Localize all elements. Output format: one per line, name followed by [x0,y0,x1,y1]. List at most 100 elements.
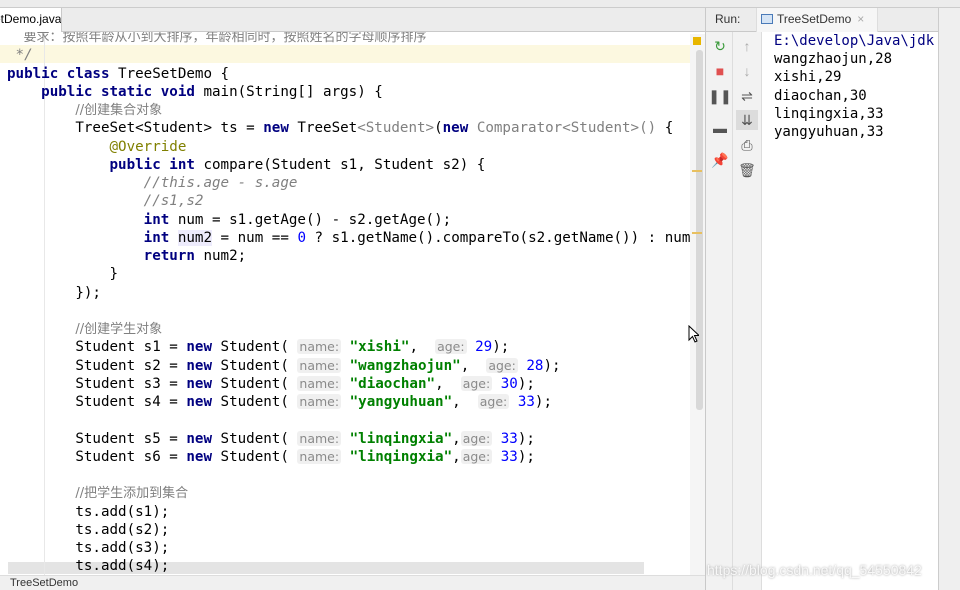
code-editor[interactable]: 要求：按照年龄从小到大排序，年龄相同时，按照姓名的字母顺序排序 */public… [0,32,705,575]
run-tab-label: TreeSetDemo [777,12,852,26]
warning-indicator-icon[interactable] [693,37,701,45]
code-line[interactable]: @Override [7,138,187,156]
code-line[interactable]: ts.add(s1); [7,503,169,521]
title-bar [0,0,960,8]
code-token: , [452,448,461,465]
code-token: ); [517,430,535,447]
code-line[interactable]: ts.add(s4); [7,557,169,575]
code-line[interactable]: return num2; [7,247,247,265]
stop-icon[interactable]: ■ [706,61,734,81]
code-token: public static void [41,83,204,100]
editor-tab-bar: etDemo.java× [0,8,705,32]
code-token: //this.age - s.age [143,175,298,191]
code-token: Comparator<Student>() [476,120,657,137]
pin-icon[interactable]: 📌 [706,150,734,170]
code-token: } [7,266,119,283]
run-toolbar-primary: ↻ ■ ❚❚ ▬ 📌 [705,32,733,590]
pause-icon[interactable]: ❚❚ [706,86,734,106]
run-toolbar-secondary: ↑ ↓ ⇌ ⇊ ⎙ 🗑 [733,32,762,590]
console-line: xishi,29 [774,69,842,86]
code-line[interactable]: Student s5 = new Student( name: "linqing… [7,430,535,448]
parameter-hint: name: [297,394,342,409]
code-line[interactable]: public static void main(String[] args) { [7,83,383,101]
code-token: new [186,357,221,374]
editor-tab-treesetdemo[interactable]: etDemo.java× [0,8,62,32]
code-token: Student( [220,357,298,374]
code-token: 0 [297,229,306,246]
code-line[interactable]: TreeSet<Student> ts = new TreeSet<Studen… [7,119,673,137]
code-line[interactable]: ts.add(s3); [7,539,169,557]
parameter-hint: name: [297,339,342,355]
parameter-hint: age: [460,375,493,391]
code-line[interactable]: Student s1 = new Student( name: "xishi",… [7,338,509,356]
marker-stripe[interactable] [692,170,702,172]
run-tab-treesetdemo[interactable]: TreeSetDemo × [756,8,878,32]
parameter-hint: name: [297,448,342,464]
code-line[interactable]: public class TreeSetDemo { [7,65,229,83]
code-line[interactable]: Student s6 = new Student( name: "linqing… [7,448,535,466]
console-line: diaochan,30 [774,87,867,104]
code-line[interactable]: //创建学生对象 [7,320,162,338]
code-token: ts.add(s3); [7,540,170,556]
code-token: num2 [177,229,213,246]
down-arrow-icon[interactable]: ↓ [733,61,761,81]
rerun-icon[interactable]: ↻ [706,36,734,56]
code-line[interactable]: Student s2 = new Student( name: "wangzha… [7,357,561,375]
code-token: //把学生添加到集合 [75,486,189,502]
code-token: ts.add(s2); [7,521,170,538]
up-arrow-icon[interactable]: ↑ [733,36,761,56]
code-line[interactable]: //s1,s2 [7,192,204,210]
code-token: new [186,430,221,447]
layout-icon[interactable]: ▬ [706,118,734,138]
print-icon[interactable]: ⎙ [733,135,761,155]
trash-icon[interactable]: 🗑 [733,160,761,180]
close-icon[interactable]: × [857,12,864,26]
code-token: 33 [500,448,518,465]
code-line[interactable]: 要求：按照年龄从小到大排序，年龄相同时，按照姓名的字母顺序排序 [7,32,427,46]
code-line[interactable]: */ [7,46,33,64]
code-line[interactable]: } [7,265,118,283]
code-line[interactable]: int num2 = num == 0 ? s1.getName().compa… [7,229,699,247]
code-line[interactable]: //把学生添加到集合 [7,484,188,502]
code-token: @Override [109,138,187,155]
code-token: main(String[] args) { [203,83,383,100]
code-line[interactable]: //创建集合对象 [7,101,162,119]
console-output[interactable]: E:\develop\Java\jdk wangzhaojun,28 xishi,2… [762,32,938,590]
code-token: , [452,430,461,447]
parameter-hint: age: [460,448,493,464]
console-line: E:\develop\Java\jdk [774,33,935,49]
code-line[interactable]: //this.age - s.age [7,174,298,192]
status-text: TreeSetDemo [10,577,79,589]
marker-stripe[interactable] [692,232,702,234]
code-line[interactable]: ts.add(s2); [7,521,169,539]
code-token: "diaochan" [349,375,436,392]
code-token: , [435,375,461,392]
code-token: "xishi" [349,339,410,356]
code-line[interactable]: public int compare(Student s1, Student s… [7,156,486,174]
console-line: linqingxia,33 [774,105,884,122]
soft-wrap-icon[interactable]: ⇌ [733,86,761,106]
code-token: */ [7,47,33,64]
code-token: "wangzhaojun" [349,357,461,374]
scrollbar-thumb[interactable] [696,50,703,410]
code-token: public int [109,156,204,173]
scroll-to-end-icon[interactable]: ⇊ [736,110,758,130]
code-line[interactable]: int num = s1.getAge() - s2.getAge(); [7,211,452,229]
code-line[interactable]: }); [7,284,101,302]
code-line[interactable]: Student s4 = new Student( name: "yangyuh… [7,393,552,411]
code-line[interactable]: Student s3 = new Student( name: "diaocha… [7,375,535,393]
code-token: new [186,394,221,410]
